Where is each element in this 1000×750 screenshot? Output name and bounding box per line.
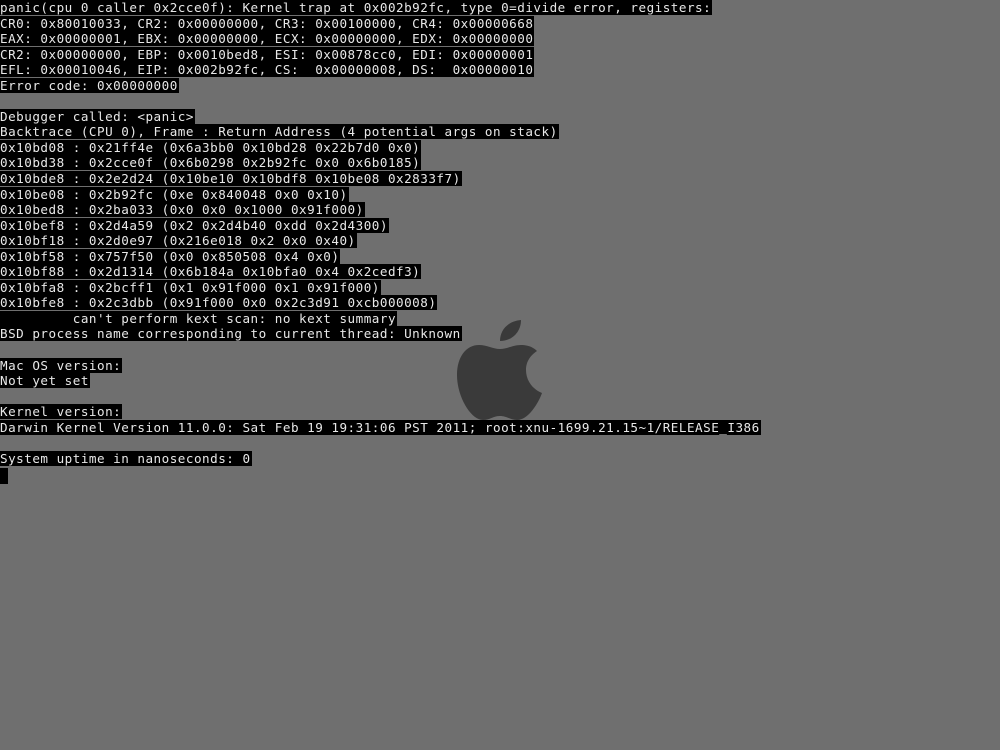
log-line: Not yet set — [0, 373, 90, 389]
log-line: System uptime in nanoseconds: 0 — [0, 450, 252, 466]
log-line: EFL: 0x00010046, EIP: 0x002b92fc, CS: 0x… — [0, 62, 535, 78]
log-line: can't perform kext scan: no kext summary — [0, 310, 398, 326]
log-line: CR2: 0x00000000, EBP: 0x0010bed8, ESI: 0… — [0, 46, 535, 62]
panic-screen: panic(cpu 0 caller 0x2cce0f): Kernel tra… — [0, 0, 1000, 750]
log-line: panic(cpu 0 caller 0x2cce0f): Kernel tra… — [0, 0, 713, 15]
log-line: 0x10bef8 : 0x2d4a59 (0x2 0x2d4b40 0xdd 0… — [0, 217, 389, 233]
text-cursor — [0, 468, 8, 484]
log-line: 0x10be08 : 0x2b92fc (0xe 0x840048 0x0 0x… — [0, 186, 349, 202]
log-line-blank — [0, 342, 761, 358]
log-line: BSD process name corresponding to curren… — [0, 326, 462, 342]
log-line: Backtrace (CPU 0), Frame : Return Addres… — [0, 124, 559, 140]
log-line-blank — [0, 389, 761, 405]
log-line-blank — [0, 93, 761, 109]
log-line: EAX: 0x00000001, EBX: 0x00000000, ECX: 0… — [0, 31, 535, 47]
log-line: 0x10bf58 : 0x757f50 (0x0 0x850508 0x4 0x… — [0, 248, 341, 264]
log-line: Error code: 0x00000000 — [0, 77, 179, 93]
log-line: 0x10bd38 : 0x2cce0f (0x6b0298 0x2b92fc 0… — [0, 155, 422, 171]
log-line: Debugger called: <panic> — [0, 108, 195, 124]
kernel-panic-log: panic(cpu 0 caller 0x2cce0f): Kernel tra… — [0, 0, 761, 466]
log-line: 0x10bf88 : 0x2d1314 (0x6b184a 0x10bfa0 0… — [0, 264, 422, 280]
log-line-blank — [0, 435, 761, 451]
log-line: 0x10bfa8 : 0x2bcff1 (0x1 0x91f000 0x1 0x… — [0, 279, 381, 295]
log-line: Mac OS version: — [0, 357, 123, 373]
log-line: 0x10bde8 : 0x2e2d24 (0x10be10 0x10bdf8 0… — [0, 171, 462, 187]
log-line: 0x10bfe8 : 0x2c3dbb (0x91f000 0x0 0x2c3d… — [0, 295, 438, 311]
log-line: Kernel version: — [0, 404, 123, 420]
log-line: 0x10bed8 : 0x2ba033 (0x0 0x0 0x1000 0x91… — [0, 202, 365, 218]
log-line: 0x10bd08 : 0x21ff4e (0x6a3bb0 0x10bd28 0… — [0, 139, 422, 155]
log-line: CR0: 0x80010033, CR2: 0x00000000, CR3: 0… — [0, 15, 535, 31]
log-line: Darwin Kernel Version 11.0.0: Sat Feb 19… — [0, 419, 761, 435]
log-line: 0x10bf18 : 0x2d0e97 (0x216e018 0x2 0x0 0… — [0, 233, 357, 249]
